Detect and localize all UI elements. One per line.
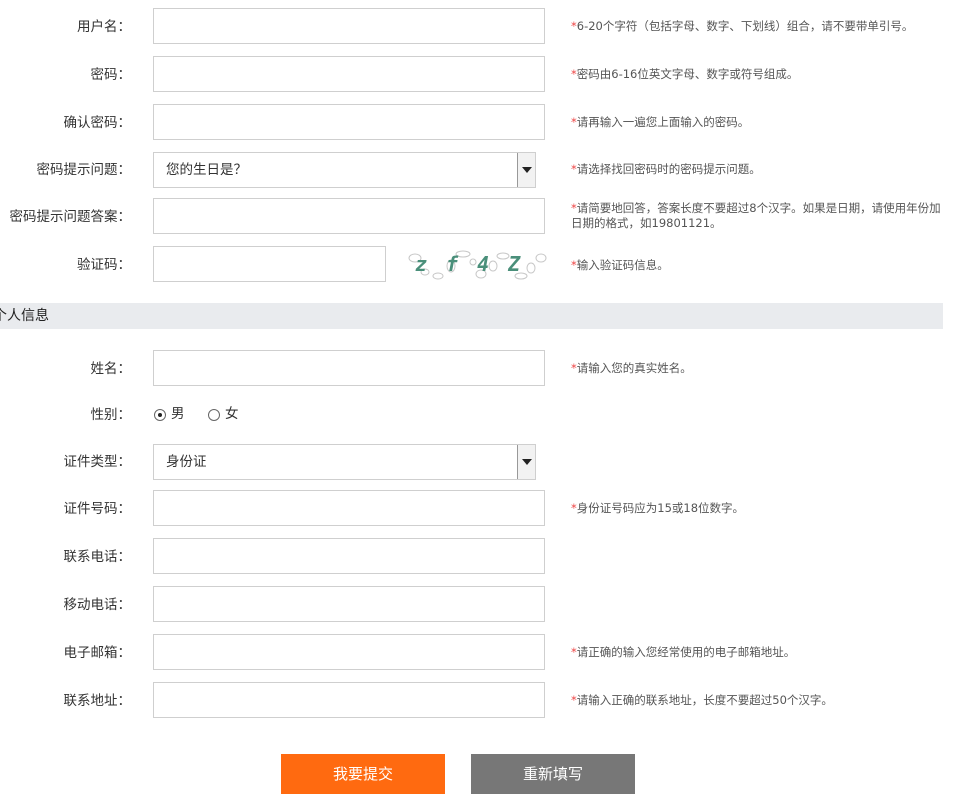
- email-label: 电子邮箱：: [63, 645, 132, 661]
- captcha-image[interactable]: zf4Z: [403, 246, 553, 284]
- submit-button[interactable]: 我要提交: [281, 754, 445, 794]
- password-label: 密码：: [90, 67, 132, 83]
- name-hint: *请输入您的真实姓名。: [571, 361, 692, 375]
- gender-male-radio[interactable]: [154, 409, 166, 421]
- gender-male-label[interactable]: 男: [171, 405, 185, 423]
- confirm-password-label: 确认密码：: [63, 115, 132, 131]
- address-hint: *请输入正确的联系地址，长度不要超过50个汉字。: [571, 693, 833, 707]
- captcha-hint: *输入验证码信息。: [571, 258, 669, 272]
- id-type-label: 证件类型：: [63, 454, 132, 470]
- password-question-select[interactable]: 您的生日是？: [153, 152, 536, 188]
- password-input[interactable]: [153, 56, 545, 92]
- password-question-hint: *请选择找回密码时的密码提示问题。: [571, 162, 761, 176]
- username-hint: *6-20个字符（包括字母、数字、下划线）组合，请不要带单引号。: [571, 19, 914, 33]
- gender-label: 性别：: [90, 407, 132, 423]
- gender-female-radio[interactable]: [208, 409, 220, 421]
- id-number-input[interactable]: [153, 490, 545, 526]
- username-label: 用户名：: [77, 19, 131, 35]
- captcha-char: zf4Z: [415, 252, 539, 276]
- confirm-password-input[interactable]: [153, 104, 545, 140]
- password-question-value: 您的生日是？: [166, 162, 247, 178]
- name-label: 姓名：: [90, 361, 132, 377]
- email-input[interactable]: [153, 634, 545, 670]
- id-type-value: 身份证: [166, 454, 207, 470]
- mobile-label: 移动电话：: [63, 597, 132, 613]
- chevron-down-icon[interactable]: [517, 445, 535, 479]
- confirm-password-hint: *请再输入一遍您上面输入的密码。: [571, 115, 750, 129]
- password-hint: *密码由6-16位英文字母、数字或符号组成。: [571, 67, 799, 81]
- password-answer-hint: *请简要地回答，答案长度不要超过8个汉字。如果是日期，请使用年份加日期的格式，如…: [571, 201, 941, 230]
- captcha-input[interactable]: [153, 246, 386, 282]
- phone-input[interactable]: [153, 538, 545, 574]
- gender-female-label[interactable]: 女: [225, 405, 239, 423]
- phone-label: 联系电话：: [63, 549, 132, 565]
- password-question-label: 密码提示问题：: [36, 162, 132, 178]
- section-title: 个人信息: [0, 308, 49, 324]
- password-answer-input[interactable]: [153, 198, 545, 234]
- id-number-label: 证件号码：: [63, 501, 132, 517]
- id-number-hint: *身份证号码应为15或18位数字。: [571, 501, 745, 515]
- chevron-down-icon[interactable]: [517, 153, 535, 187]
- email-hint: *请正确的输入您经常使用的电子邮箱地址。: [571, 645, 796, 659]
- captcha-label: 验证码：: [77, 257, 131, 273]
- address-label: 联系地址：: [63, 693, 132, 709]
- password-answer-label: 密码提示问题答案：: [9, 209, 132, 225]
- address-input[interactable]: [153, 682, 545, 718]
- id-type-select[interactable]: 身份证: [153, 444, 536, 480]
- mobile-input[interactable]: [153, 586, 545, 622]
- username-input[interactable]: [153, 8, 545, 44]
- name-input[interactable]: [153, 350, 545, 386]
- reset-button[interactable]: 重新填写: [471, 754, 635, 794]
- personal-info-section-header: 个人信息: [0, 303, 943, 329]
